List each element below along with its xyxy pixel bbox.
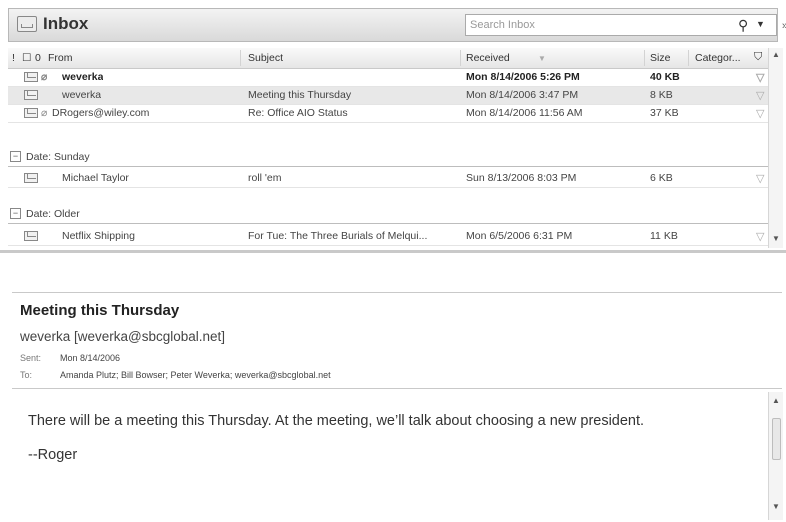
message-row[interactable]: ⌀ DRogers@wiley.com Re: Office AIO Statu… [8, 105, 768, 123]
outlook-window: Inbox ⚲ ▼ » ! ☐ 0 From Subject Received … [0, 0, 786, 522]
message-subject: roll 'em [248, 172, 282, 184]
flag-icon[interactable]: ▽ [756, 172, 764, 185]
envelope-icon [24, 90, 38, 100]
message-subject: Meeting this Thursday [248, 89, 352, 101]
pane-splitter[interactable] [0, 250, 786, 253]
importance-column-header[interactable]: ! [12, 52, 15, 64]
message-from: weverka [62, 71, 104, 83]
collapse-icon[interactable]: − [10, 208, 21, 219]
column-header-row: ! ☐ 0 From Subject Received ▼ Size Categ… [8, 48, 768, 69]
message-received: Mon 8/14/2006 11:56 AM [466, 107, 583, 119]
message-list-scrollbar[interactable]: ▲ ▼ [768, 48, 783, 248]
scroll-down-icon[interactable]: ▼ [772, 502, 780, 511]
inbox-icon [17, 16, 37, 32]
search-box[interactable]: ⚲ ▼ » [465, 14, 786, 36]
column-separator[interactable] [240, 50, 241, 66]
size-column-header[interactable]: Size [650, 52, 670, 64]
message-size: 11 KB [650, 230, 678, 242]
sent-label: Sent: [20, 353, 42, 363]
to-value[interactable]: Amanda Plutz; Bill Bowser; Peter Weverka… [60, 370, 331, 380]
body-paragraph: There will be a meeting this Thursday. A… [28, 413, 645, 429]
message-subject: For Tue: The Three Burials of Melqui... [248, 230, 428, 242]
message-size: 37 KB [650, 107, 679, 119]
envelope-icon [24, 72, 38, 82]
message-received: Mon 8/14/2006 3:47 PM [466, 89, 579, 101]
message-row[interactable]: weverka Meeting this Thursday Mon 8/14/2… [8, 87, 768, 105]
column-separator[interactable] [460, 50, 461, 66]
reading-pane-scrollbar[interactable]: ▲ ▼ [768, 392, 783, 520]
to-line: To: Amanda Plutz; Bill Bowser; Peter Weve… [20, 370, 331, 380]
search-input[interactable] [470, 17, 710, 33]
subject-column-header[interactable]: Subject [248, 52, 283, 64]
paperclip-icon: ⌀ [41, 107, 48, 119]
message-row[interactable]: ⌀ weverka Mon 8/14/2006 5:26 PM 40 KB ▽ [8, 69, 768, 87]
message-size: 40 KB [650, 71, 680, 83]
flag-icon[interactable]: ▽ [756, 89, 764, 102]
header-divider [12, 388, 782, 389]
to-label: To: [20, 370, 33, 380]
attachment-column-header[interactable]: 0 [35, 52, 41, 64]
message-body: There will be a meeting this Thursday. A… [28, 412, 748, 480]
envelope-icon [24, 108, 38, 118]
sort-arrow-icon: ▼ [538, 54, 546, 63]
expand-chevron-icon[interactable]: » [782, 20, 786, 32]
column-separator[interactable] [688, 50, 689, 66]
envelope-icon [24, 173, 38, 183]
reading-pane-subject: Meeting this Thursday [20, 302, 180, 319]
message-row[interactable]: Michael Taylor roll 'em Sun 8/13/2006 8:… [8, 170, 768, 188]
message-size: 6 KB [650, 172, 673, 184]
envelope-icon [24, 231, 38, 241]
message-received: Mon 8/14/2006 5:26 PM [466, 71, 580, 83]
flag-icon[interactable]: ▽ [756, 230, 764, 243]
icon-column-header[interactable]: ☐ [22, 52, 31, 64]
message-received: Mon 6/5/2006 6:31 PM [466, 230, 573, 242]
group-label: Date: Sunday [26, 151, 90, 163]
message-size: 8 KB [650, 89, 673, 101]
column-separator[interactable] [644, 50, 645, 66]
body-signature: --Roger [28, 447, 78, 463]
flag-icon[interactable]: ▽ [756, 71, 764, 84]
scroll-down-icon[interactable]: ▼ [772, 234, 780, 243]
inbox-header: Inbox ⚲ ▼ » [8, 8, 786, 42]
scroll-up-icon[interactable]: ▲ [772, 50, 780, 59]
message-subject: Re: Office AIO Status [248, 107, 348, 119]
scroll-up-icon[interactable]: ▲ [772, 396, 780, 405]
collapse-icon[interactable]: − [10, 151, 21, 162]
message-from: weverka [62, 89, 102, 101]
group-header-older[interactable]: − Date: Older [8, 205, 768, 224]
message-from: Netflix Shipping [62, 230, 135, 242]
message-row[interactable]: Netflix Shipping For Tue: The Three Buri… [8, 228, 768, 246]
sent-value: Mon 8/14/2006 [60, 353, 121, 363]
reading-pane-border [12, 292, 782, 293]
message-from: DRogers@wiley.com [52, 107, 150, 119]
sent-line: Sent: Mon 8/14/2006 [20, 353, 120, 363]
chevron-down-icon[interactable]: ▼ [756, 19, 765, 29]
reading-pane-sender[interactable]: weverka [weverka@sbcglobal.net] [20, 329, 225, 344]
group-label: Date: Older [26, 208, 80, 220]
message-from: Michael Taylor [62, 172, 129, 184]
message-received: Sun 8/13/2006 8:03 PM [466, 172, 577, 184]
search-icon[interactable]: ⚲ [738, 17, 748, 33]
categories-column-header[interactable]: Categor... [695, 52, 741, 64]
received-column-header[interactable]: Received [466, 52, 510, 64]
group-header-sunday[interactable]: − Date: Sunday [8, 148, 768, 167]
flag-column-icon[interactable]: ⛉ [754, 51, 762, 64]
from-column-header[interactable]: From [48, 52, 73, 64]
paperclip-icon: ⌀ [41, 71, 48, 83]
scroll-thumb[interactable] [772, 418, 781, 460]
flag-icon[interactable]: ▽ [756, 107, 764, 120]
folder-title: Inbox [43, 14, 89, 33]
